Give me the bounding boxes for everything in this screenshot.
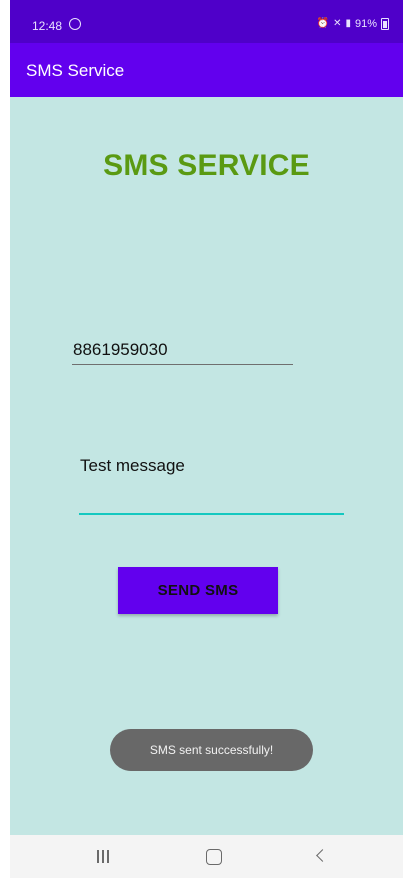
navigation-bar [10,835,403,878]
status-time: 12:48 [32,19,63,33]
status-bar: 12:48 ⏰ ✕ ▮ 91% [10,0,403,43]
phone-number-value[interactable]: 8861959030 [73,340,168,360]
home-icon [206,849,222,865]
phone-number-field[interactable]: 8861959030 [72,337,293,365]
message-underline [79,513,344,515]
back-button[interactable] [310,848,334,866]
main-content: SMS SERVICE 8861959030 Test message SEND… [10,97,403,835]
battery-percent: 91% [354,18,377,30]
phone-number-underline [72,364,293,365]
status-icons: ⏰ ✕ ▮ 91% [317,18,389,30]
send-sms-button[interactable]: SEND SMS [118,567,278,614]
battery-icon [381,18,389,30]
app-title: SMS Service [26,61,125,80]
mute-icon: ✕ [333,18,342,29]
back-icon [316,849,329,862]
page-heading: SMS SERVICE [103,149,310,182]
whatsapp-icon [69,18,81,30]
phone-screen: 12:48 ⏰ ✕ ▮ 91% SMS Service SMS SERVICE … [10,0,403,878]
alarm-icon: ⏰ [316,18,330,29]
app-bar: SMS Service [10,43,403,97]
message-field[interactable]: Test message [79,453,344,515]
message-value[interactable]: Test message [80,456,185,476]
signal-icon: ▮ [345,18,351,29]
home-button[interactable] [202,848,226,866]
recent-apps-button[interactable] [94,848,118,866]
toast-message: SMS sent successfully! [110,729,313,771]
